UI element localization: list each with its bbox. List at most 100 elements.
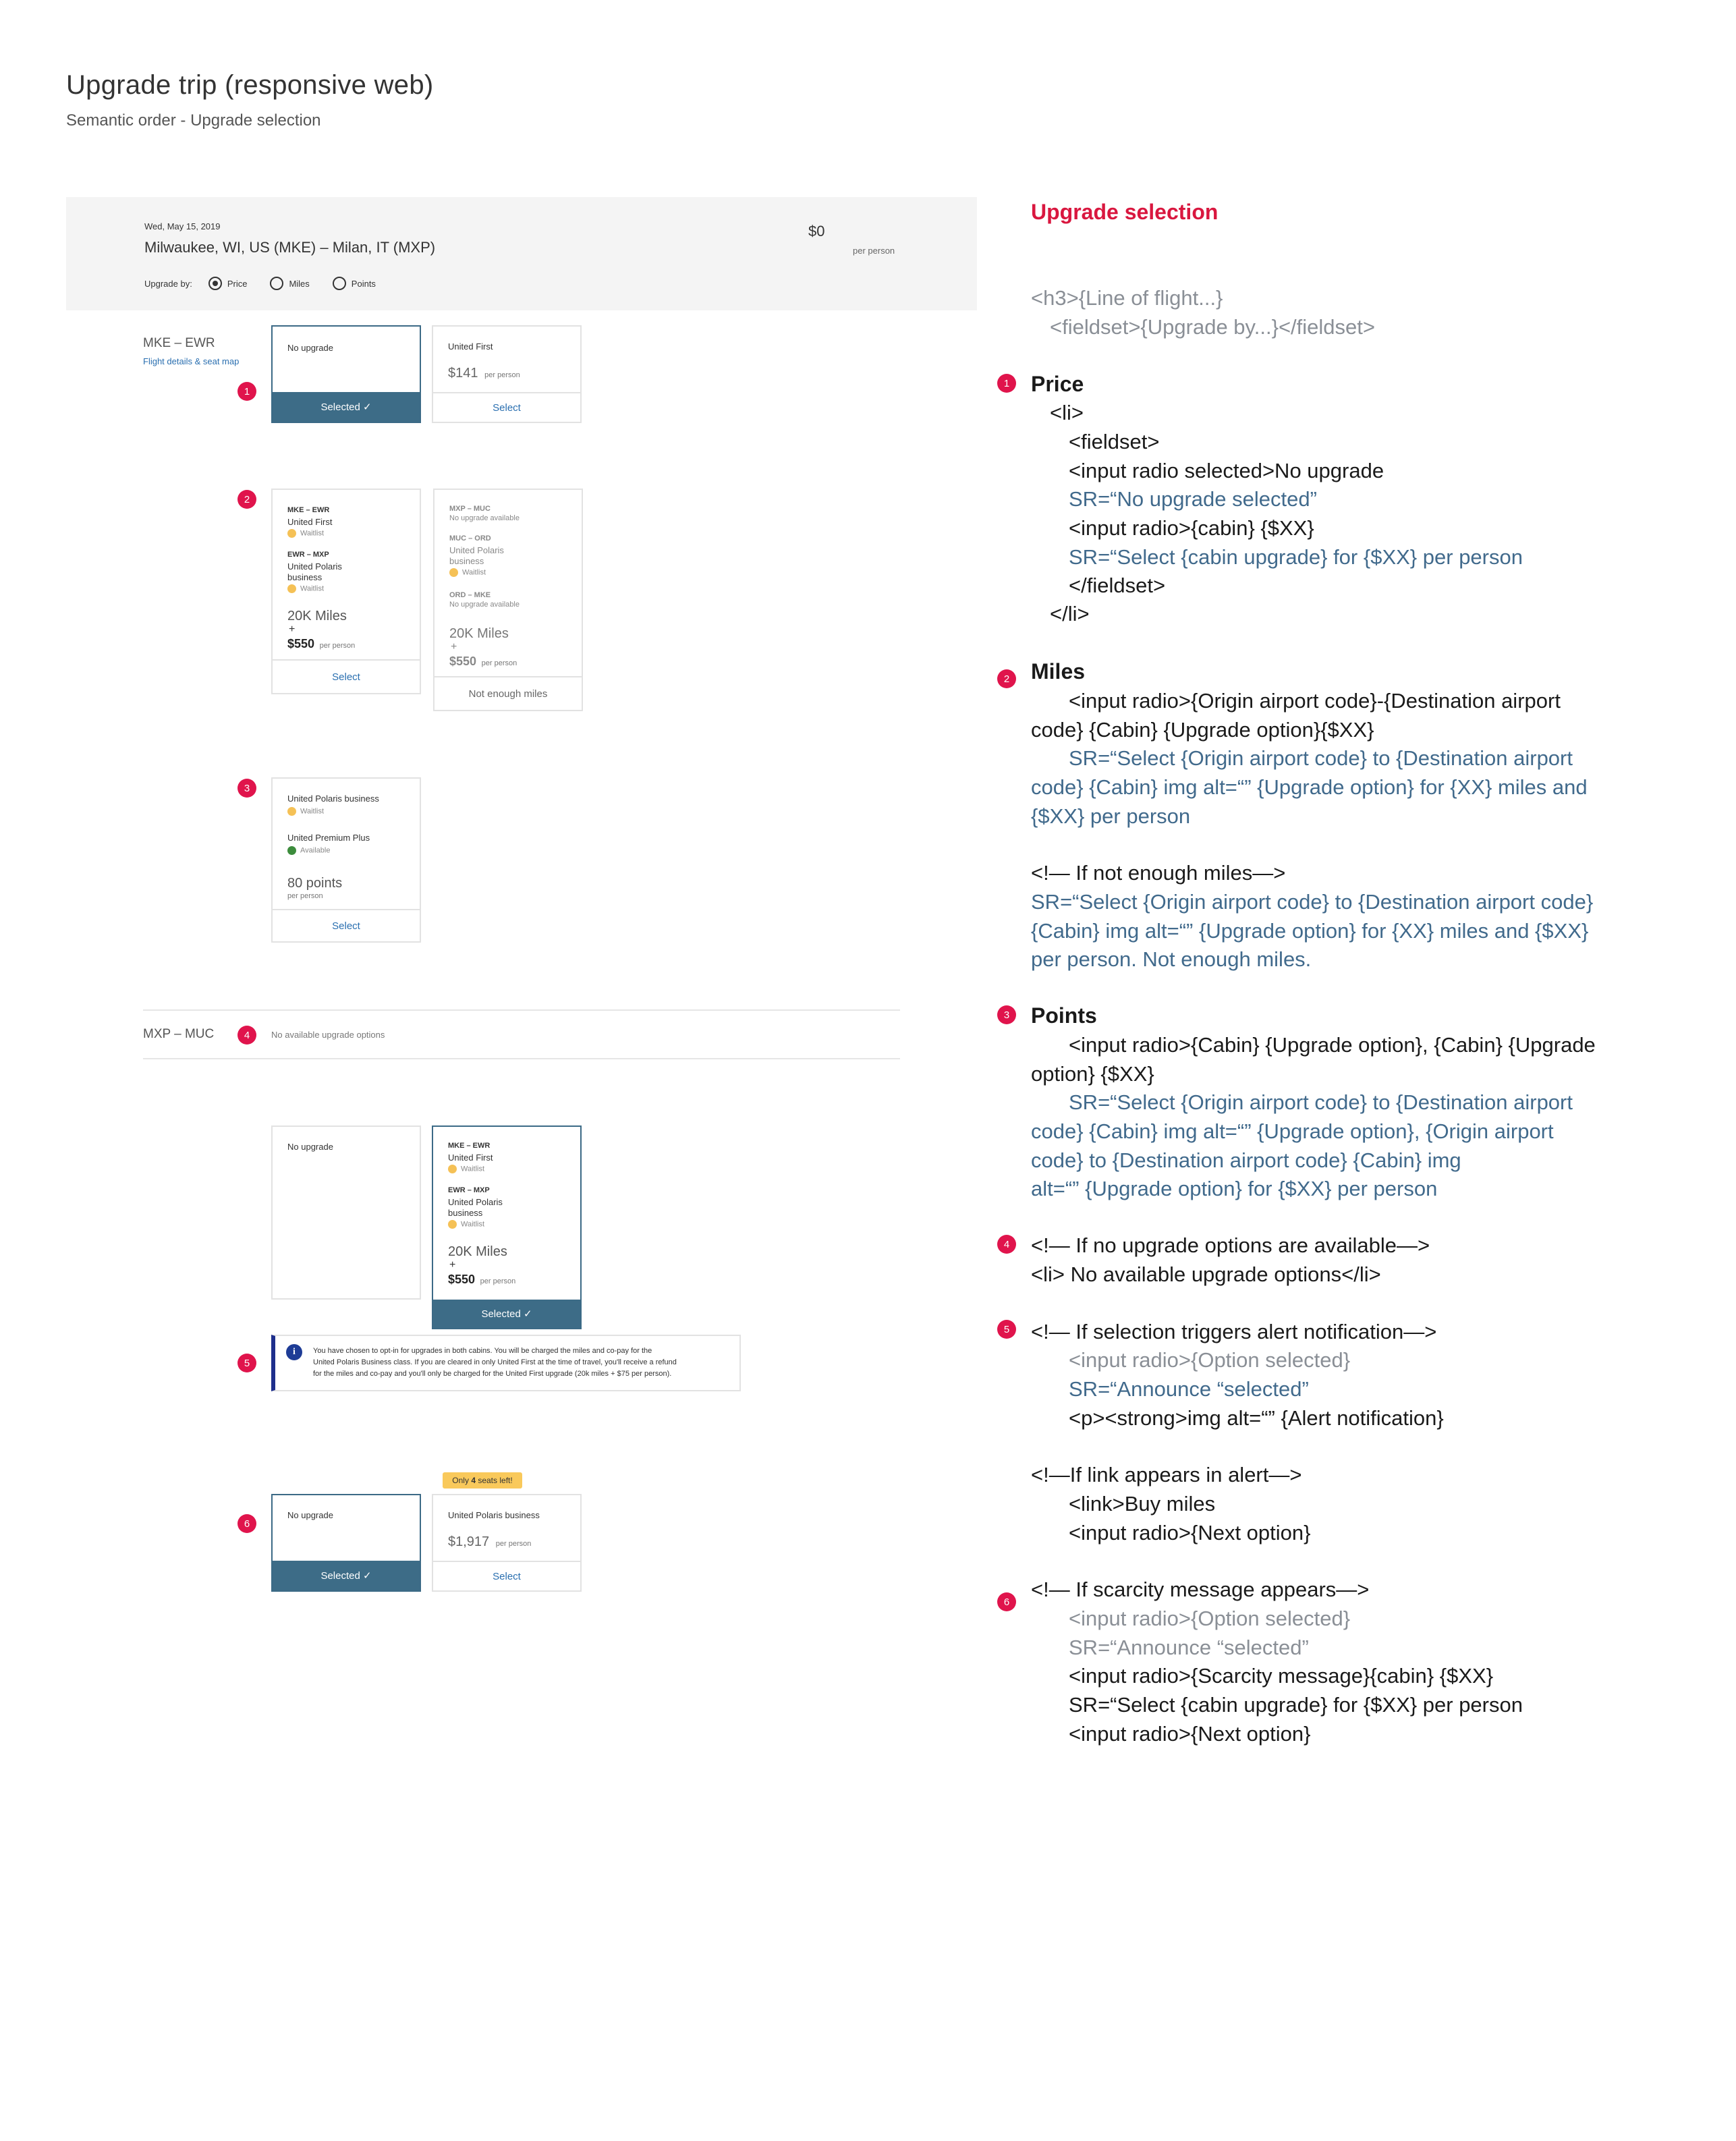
note-heading: Miles (1031, 659, 1086, 684)
flight-details-link[interactable]: Flight details & seat map (143, 356, 239, 366)
leg-code: EWR – MXP (287, 551, 329, 559)
leg-code: MUC – ORD (449, 534, 491, 543)
waitlist-icon (287, 529, 296, 538)
note-line: <h3>{Line of flight...} (1031, 286, 1223, 310)
note-line: <li> No available upgrade options</li> (1031, 1262, 1381, 1286)
leg-code: MKE – EWR (287, 506, 330, 514)
card-price: $1,917 (448, 1534, 490, 1549)
note-heading: Price (1031, 372, 1084, 396)
radio-icon (332, 277, 346, 290)
miles-card-not-enough[interactable]: MXP – MUC No upgrade available MUC – ORD… (433, 489, 583, 711)
info-icon: i (286, 1344, 302, 1360)
leg-status: No upgrade available (449, 601, 520, 609)
plus-sign: + (451, 641, 457, 652)
trip-per-person: per person (853, 246, 895, 256)
card-title: No upgrade (287, 343, 333, 353)
per-person-label: per person (480, 1277, 516, 1285)
upgrade-by-points-option[interactable]: Points (332, 277, 376, 290)
leg-cabin: United Polaris (448, 1197, 503, 1207)
scarcity-count: 4 (471, 1476, 476, 1485)
select-button[interactable]: Select (273, 909, 420, 941)
leg-status: Waitlist (300, 584, 325, 593)
alert-text: You have chosen to opt-in for upgrades i… (313, 1345, 677, 1380)
note-line: <input radio selected>No upgrade (1069, 459, 1384, 482)
step-badge: 3 (997, 1005, 1016, 1024)
selected-button[interactable]: Selected ✓ (273, 392, 420, 422)
points-card[interactable]: United Polaris business Waitlist United … (271, 777, 421, 943)
per-person-label: per person (287, 892, 323, 900)
note-line: SR=“Select {Origin airport code} to {Des… (1069, 746, 1573, 770)
note-line: SR=“Select {cabin upgrade} for {$XX} per… (1069, 545, 1523, 569)
option-label: Points (351, 278, 376, 289)
miles-card[interactable]: MKE – EWR United First Waitlist EWR – MX… (271, 489, 421, 694)
miles-card-selected[interactable]: MKE – EWR United First Waitlist EWR – MX… (432, 1125, 582, 1329)
page-title: Upgrade trip (responsive web) (66, 70, 434, 100)
copay-price: $550 (449, 655, 477, 668)
note-line: SR=“Select {Origin airport code} to {Des… (1031, 890, 1594, 914)
step-badge: 6 (237, 1514, 256, 1533)
no-upgrade-card[interactable]: No upgrade Selected ✓ (271, 1494, 421, 1592)
polaris-card[interactable]: United Polaris business $1,917 per perso… (432, 1494, 582, 1592)
note-line: <!— If selection triggers alert notifica… (1031, 1320, 1437, 1343)
not-enough-miles-label: Not enough miles (435, 676, 582, 710)
step-badge: 3 (237, 779, 256, 798)
no-upgrade-card[interactable]: No upgrade (271, 1125, 421, 1300)
waitlist-icon (448, 1165, 457, 1173)
scarcity-text: Only (452, 1476, 472, 1485)
note-line: <!— If no upgrade options are available—… (1031, 1233, 1430, 1257)
step-badge: 5 (237, 1354, 256, 1372)
note-line: <input radio>{Origin airport code}-{Dest… (1069, 689, 1561, 713)
select-button[interactable]: Select (433, 392, 580, 422)
cabin-name: United Premium Plus (287, 833, 370, 843)
leg-code: ORD – MKE (449, 591, 491, 599)
step-badge: 2 (997, 669, 1016, 688)
note-line: {Cabin} img alt=“” {Upgrade option} for … (1031, 919, 1589, 943)
upgrade-by-price-option[interactable]: Price (208, 277, 247, 290)
scarcity-text: seats left! (476, 1476, 513, 1485)
radio-selected-icon (208, 277, 222, 290)
note-line: </li> (1050, 602, 1090, 625)
alert-notification: i You have chosen to opt-in for upgrades… (271, 1335, 741, 1391)
miles-amount: 20K Miles (287, 609, 347, 623)
leg-cabin: United Polaris (449, 545, 504, 555)
upgrade-by-miles-option[interactable]: Miles (270, 277, 310, 290)
selected-button[interactable]: Selected ✓ (273, 1561, 420, 1590)
option-label: Miles (289, 278, 310, 289)
note-line: {$XX} per person (1031, 804, 1191, 828)
step-badge: 6 (997, 1592, 1016, 1611)
note-line: <!— If not enough miles—> (1031, 861, 1286, 885)
note-line: <link>Buy miles (1069, 1492, 1216, 1516)
note-line: code} {Cabin} img alt=“” {Upgrade option… (1031, 1119, 1554, 1143)
plus-sign: + (449, 1259, 456, 1271)
points-amount: 80 points (287, 876, 343, 891)
note-line: <input radio>{Next option} (1069, 1722, 1311, 1746)
note-line: <!— If scarcity message appears—> (1031, 1578, 1370, 1601)
note-line: SR=“Announce “selected” (1069, 1377, 1309, 1401)
cabin-name: United Polaris business (287, 794, 379, 804)
card-title: United First (448, 341, 493, 352)
select-button[interactable]: Select (433, 1561, 580, 1590)
leg-code: MKE – EWR (448, 1142, 491, 1150)
leg-cabin: business (287, 572, 323, 582)
leg-cabin: United First (448, 1152, 493, 1163)
select-button[interactable]: Select (273, 659, 420, 693)
plus-sign: + (289, 623, 296, 635)
available-icon (287, 846, 296, 855)
waitlist-icon (287, 807, 296, 816)
note-line: SR=“Select {Origin airport code} to {Des… (1069, 1090, 1573, 1114)
no-upgrade-card[interactable]: No upgrade Selected ✓ (271, 325, 421, 423)
selected-button[interactable]: Selected ✓ (433, 1300, 580, 1328)
note-line: <fieldset>{Upgrade by...}</fieldset> (1050, 315, 1375, 339)
page-subtitle: Semantic order - Upgrade selection (66, 111, 321, 130)
cabin-status: Available (300, 846, 331, 855)
note-line: option} {$XX} (1031, 1062, 1154, 1086)
united-first-card[interactable]: United First $141 per person Select (432, 325, 582, 423)
note-heading: Points (1031, 1003, 1097, 1028)
note-line: <input radio>{Option selected} (1069, 1348, 1351, 1372)
per-person-label: per person (484, 371, 520, 379)
note-line: <fieldset> (1069, 430, 1160, 453)
card-title: No upgrade (287, 1510, 333, 1520)
waitlist-icon (448, 1220, 457, 1229)
note-line: <p><strong>img alt=“” {Alert notificatio… (1069, 1406, 1444, 1430)
note-line: code} {Cabin} {Upgrade option}{$XX} (1031, 718, 1374, 742)
